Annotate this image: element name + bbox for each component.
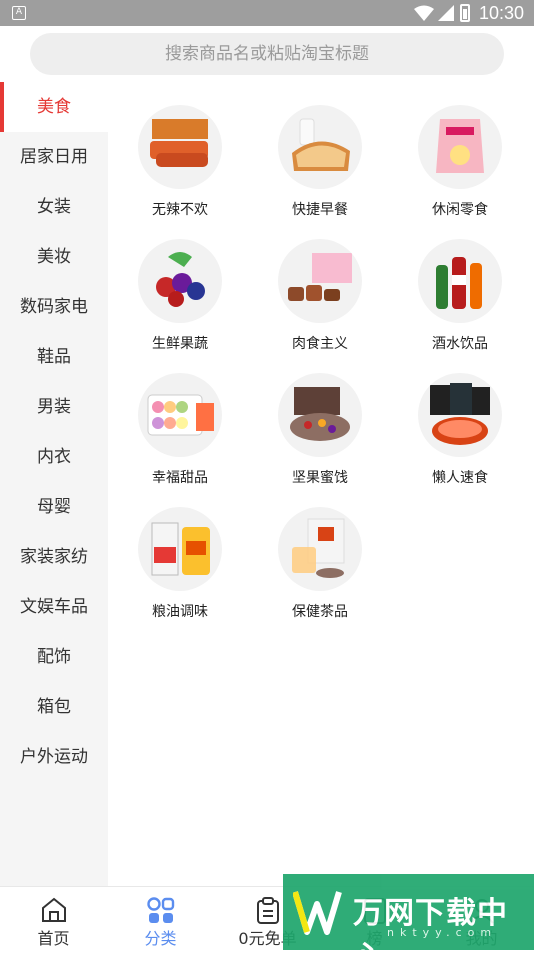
nuts-image xyxy=(278,373,362,457)
berries-image xyxy=(138,239,222,323)
category-label: 坚果蜜饯 xyxy=(292,470,348,486)
category-label: 粮油调味 xyxy=(152,604,208,620)
category-label: 幸福甜品 xyxy=(152,470,208,486)
battery-icon xyxy=(460,4,470,22)
grid-icon xyxy=(146,897,174,923)
category-breakfast[interactable]: 快捷早餐 xyxy=(250,105,390,219)
sidebar-item-food[interactable]: 美食 xyxy=(0,82,108,132)
snack-bag-image xyxy=(418,105,502,189)
status-bar: A 10:30 xyxy=(0,0,534,26)
category-instant[interactable]: 懒人速食 xyxy=(390,373,530,487)
category-label: 保健茶品 xyxy=(292,604,348,620)
sidebar-item-household[interactable]: 居家日用 xyxy=(0,132,108,182)
app-notification-icon: A xyxy=(12,6,26,20)
category-desserts[interactable]: 幸福甜品 xyxy=(110,373,250,487)
sidebar-item-bags[interactable]: 箱包 xyxy=(0,682,108,732)
wifi-icon xyxy=(414,5,434,21)
watermark-banner: 万网下载中心 nktyy.com xyxy=(283,874,534,975)
spicy-snack-image xyxy=(138,105,222,189)
tab-label: 分类 xyxy=(144,929,177,948)
rice-oil-image xyxy=(138,507,222,591)
category-grain-oil[interactable]: 粮油调味 xyxy=(110,507,250,621)
sidebar-item-accessories[interactable]: 配饰 xyxy=(0,632,108,682)
category-tea[interactable]: 保健茶品 xyxy=(250,507,390,621)
category-meat[interactable]: 肉食主义 xyxy=(250,239,390,353)
home-icon xyxy=(41,897,66,922)
sidebar-item-womens[interactable]: 女装 xyxy=(0,182,108,232)
category-label: 肉食主义 xyxy=(292,336,348,352)
tab-home[interactable]: 首页 xyxy=(0,887,107,951)
sidebar-item-home-textile[interactable]: 家装家纺 xyxy=(0,532,108,582)
category-label: 酒水饮品 xyxy=(432,336,488,352)
subcategory-grid: 无辣不欢 快捷早餐 休闲零食 生鲜果蔬 肉食主义 酒水饮品 幸福甜品 坚果蜜饯 … xyxy=(108,82,534,886)
tab-label: 首页 xyxy=(37,929,70,948)
tab-category[interactable]: 分类 xyxy=(107,887,214,951)
search-bar-container: 搜索商品名或粘贴淘宝标题 xyxy=(0,26,534,82)
category-label: 休闲零食 xyxy=(432,202,488,218)
category-spicy[interactable]: 无辣不欢 xyxy=(110,105,250,219)
sidebar-item-outdoor[interactable]: 户外运动 xyxy=(0,732,108,782)
clipboard-icon xyxy=(256,897,279,924)
category-label: 懒人速食 xyxy=(432,470,488,486)
category-fresh[interactable]: 生鲜果蔬 xyxy=(110,239,250,353)
category-sidebar: 美食 居家日用 女装 美妆 数码家电 鞋品 男装 内衣 母婴 家装家纺 文娱车品… xyxy=(0,82,108,886)
search-input[interactable]: 搜索商品名或粘贴淘宝标题 xyxy=(30,33,504,75)
watermark-subtitle: nktyy.com xyxy=(387,926,498,939)
instant-noodles-image xyxy=(418,373,502,457)
tea-image xyxy=(278,507,362,591)
sidebar-item-beauty[interactable]: 美妆 xyxy=(0,232,108,282)
sidebar-item-electronics[interactable]: 数码家电 xyxy=(0,282,108,332)
category-label: 快捷早餐 xyxy=(292,202,348,218)
sidebar-item-baby[interactable]: 母婴 xyxy=(0,482,108,532)
sidebar-item-mens[interactable]: 男装 xyxy=(0,382,108,432)
sidebar-item-entertainment-car[interactable]: 文娱车品 xyxy=(0,582,108,632)
category-label: 生鲜果蔬 xyxy=(152,336,208,352)
sidebar-item-shoes[interactable]: 鞋品 xyxy=(0,332,108,382)
category-snacks[interactable]: 休闲零食 xyxy=(390,105,530,219)
signal-icon xyxy=(438,5,454,21)
status-time: 10:30 xyxy=(478,3,524,23)
soda-bottles-image xyxy=(418,239,502,323)
meat-box-image xyxy=(278,239,362,323)
watermark-logo-icon xyxy=(293,891,342,935)
category-label: 无辣不欢 xyxy=(152,202,208,218)
macarons-image xyxy=(138,373,222,457)
category-drinks[interactable]: 酒水饮品 xyxy=(390,239,530,353)
sidebar-item-underwear[interactable]: 内衣 xyxy=(0,432,108,482)
category-nuts[interactable]: 坚果蜜饯 xyxy=(250,373,390,487)
bread-milk-image xyxy=(278,105,362,189)
